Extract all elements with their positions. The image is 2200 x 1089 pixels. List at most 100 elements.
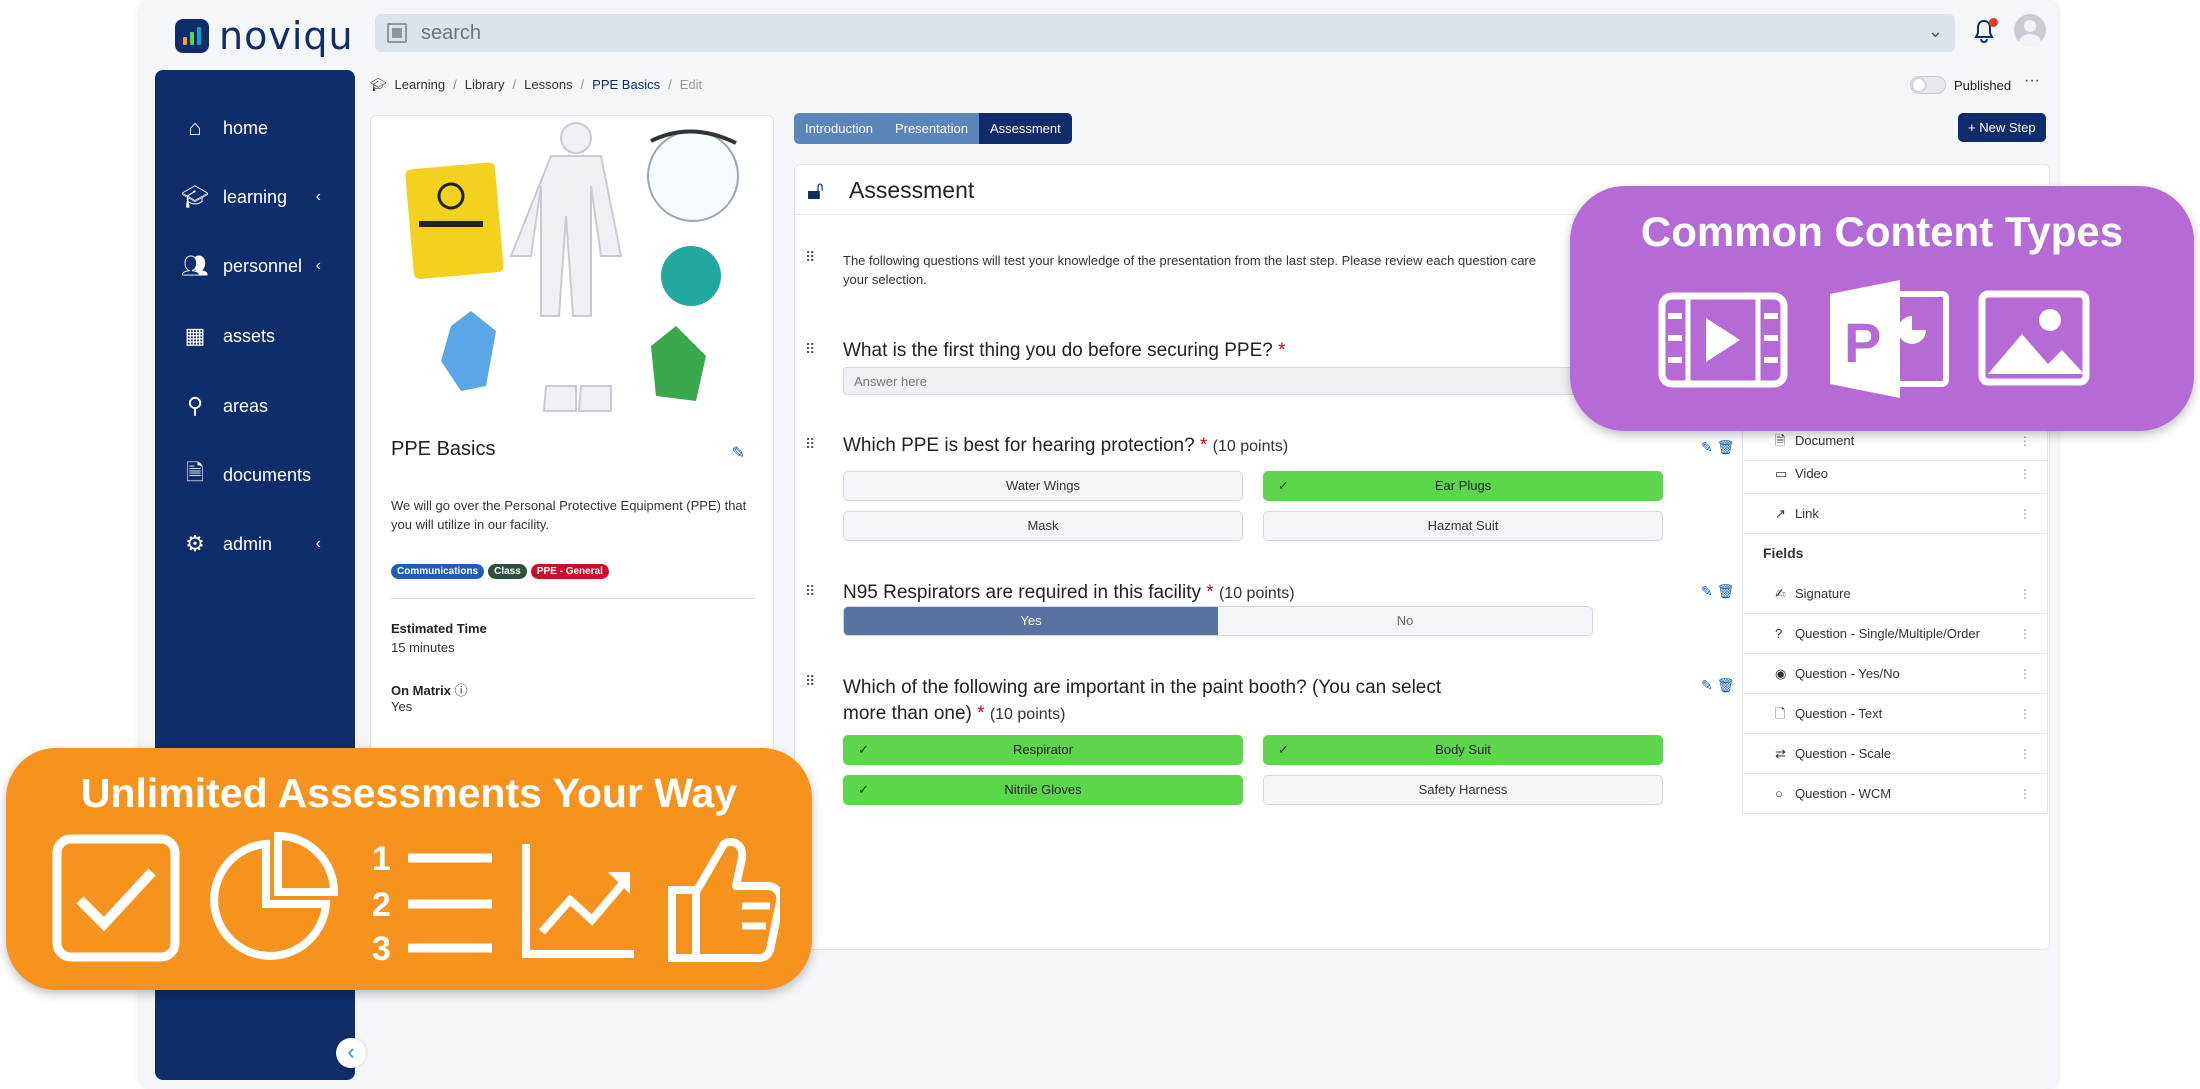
signature-icon: ✍︎ [1775,586,1786,601]
drag-handle-icon[interactable]: ⋮ [2019,614,2031,654]
sidebar-item-assets[interactable]: ▦ assets [155,316,355,356]
breadcrumb-item[interactable]: PPE Basics [592,77,660,93]
drag-handle-icon[interactable]: ⋮ [2019,694,2031,734]
powerpoint-icon: P [1830,280,1949,398]
info-icon[interactable]: ⓘ [455,683,468,698]
sidebar-item-learning[interactable]: 🎓︎ learning ‹ [155,177,355,217]
option-button-selected[interactable]: ✓ Nitrile Gloves [843,775,1243,805]
option-button[interactable]: Mask [843,511,1243,541]
avatar[interactable] [2014,14,2046,46]
panel-item-question-wcm[interactable]: ○ Question - WCM ⋮ [1743,774,2047,814]
option-button[interactable]: Water Wings [843,471,1243,501]
promo-content-types: Common Content Types P [1570,186,2194,431]
trash-icon[interactable]: 🗑︎ [1717,583,1739,599]
sidebar-item-label: personnel [223,255,303,276]
drag-handle-icon[interactable]: ⋮ [2019,454,2031,494]
drag-handle-icon[interactable]: ⋮ [2019,574,2031,614]
drag-handle-icon[interactable]: ⋮ [2019,774,2031,814]
answer-input[interactable]: Answer here [843,367,1643,395]
option-button[interactable]: Hazmat Suit [1263,511,1663,541]
trash-icon[interactable]: 🗑︎ [1717,677,1739,693]
option-label: Nitrile Gloves [1004,782,1082,797]
panel-item-question-scale[interactable]: ⇄ Question - Scale ⋮ [1743,734,2047,774]
breadcrumb-current: Edit [679,77,703,92]
sidebar-item-documents[interactable]: 🗎︎ documents [155,455,355,495]
logo[interactable]: noviqu [175,14,354,58]
question-points: (10 points) [989,706,1066,723]
panel-item-label: Link [1795,506,1819,521]
edit-icon[interactable]: ✎ [1701,439,1717,455]
sidebar-item-label: documents [223,464,312,485]
breadcrumb-item[interactable]: Library [465,77,505,93]
drag-handle-icon[interactable]: ⠿ [805,250,817,264]
check-icon: ✓ [1278,742,1289,757]
sidebar-item-label: admin [223,533,273,554]
edit-icon[interactable]: ✎ [732,443,745,463]
edit-icon[interactable]: ✎ [1701,677,1717,693]
panel-item-question-text[interactable]: 🗋︎ Question - Text ⋮ [1743,694,2047,734]
yes-option[interactable]: Yes [844,607,1218,635]
question-3-text: N95 Respirators are required in this fac… [843,582,1201,603]
drag-handle-icon[interactable]: ⋮ [2019,734,2031,774]
breadcrumb-item[interactable]: Learning [395,77,446,93]
drag-handle-icon[interactable]: ⠿ [805,342,817,356]
users-icon: 👥︎ [181,253,209,278]
content-type-panel: 🗎︎ Document ⋮ ▭ Video ⋮ ↗ Link ⋮ Fields … [1742,420,2048,814]
question-points: (10 points) [1212,438,1289,455]
panel-item-signature[interactable]: ✍︎ Signature ⋮ [1743,574,2047,614]
drag-handle-icon[interactable]: ⠿ [805,437,817,451]
tag-list: Communications Class PPE - General [391,564,609,579]
notification-bell-icon[interactable] [1972,18,2000,46]
question-4-text: Which of the following are important in … [843,677,1442,698]
svg-text:2: 2 [372,886,391,924]
sidebar-item-areas[interactable]: ⚲ areas [155,386,355,426]
edit-icon[interactable]: ✎ [1701,583,1717,599]
required-marker: * [1206,582,1214,603]
fields-heading: Fields [1763,545,1804,561]
search-placeholder: search [421,21,482,44]
breadcrumb: 🎓︎ Learning / Library / Lessons / PPE Basic… [370,77,703,93]
tag-badge: PPE - General [530,564,609,579]
panel-item-video[interactable]: ▭ Video ⋮ [1743,454,2047,494]
option-button-selected[interactable]: ✓ Body Suit [1263,735,1663,765]
question-1-text: What is the first thing you do before se… [843,340,1273,361]
drag-handle-icon[interactable]: ⋮ [2019,654,2031,694]
promo-title: Unlimited Assessments Your Way [80,770,738,816]
sidebar-item-admin[interactable]: ⚙ admin ‹ [155,524,355,564]
search-input[interactable]: search ⌄ [375,14,1955,52]
panel-item-link[interactable]: ↗ Link ⋮ [1743,494,2047,534]
collapse-sidebar-button[interactable]: ‹ [336,1038,366,1068]
option-button-selected[interactable]: ✓ Respirator [843,735,1243,765]
chevron-down-icon[interactable]: ⌄ [1928,21,1943,42]
no-option[interactable]: No [1218,607,1592,635]
image-icon [1978,290,2090,386]
tab-assessment[interactable]: Assessment [978,113,1072,144]
sidebar-item-home[interactable]: ⌂ home [155,108,355,148]
unlock-icon[interactable]: 🔓︎ [807,175,824,207]
tab-introduction[interactable]: Introduction [794,113,884,144]
sidebar-item-label: home [223,117,269,138]
chevron-left-icon: ‹ [315,188,321,205]
on-matrix-label-text: On Matrix [391,683,451,698]
sidebar-item-personnel[interactable]: 👥︎ personnel ‹ [155,246,355,286]
breadcrumb-item[interactable]: Lessons [524,77,572,93]
drag-handle-icon[interactable]: ⋮ [2019,494,2031,534]
new-step-button[interactable]: + New Step [1958,113,2046,142]
drag-handle-icon[interactable]: ⠿ [805,674,817,688]
panel-item-question-choice[interactable]: ? Question - Single/Multiple/Order ⋮ [1743,614,2047,654]
published-toggle[interactable] [1910,76,1946,94]
panel-item-question-yes-no[interactable]: ◉ Question - Yes/No ⋮ [1743,654,2047,694]
drag-handle-icon[interactable]: ⠿ [805,584,817,598]
qr-code-icon[interactable] [387,23,407,43]
option-label: Body Suit [1435,742,1491,757]
option-button[interactable]: Safety Harness [1263,775,1663,805]
required-marker: * [977,703,985,724]
option-button-selected[interactable]: ✓ Ear Plugs [1263,471,1663,501]
line-chart-icon [522,844,634,958]
option-label: Ear Plugs [1434,478,1492,493]
tab-presentation[interactable]: Presentation [883,113,979,144]
trash-icon[interactable]: 🗑︎ [1717,439,1739,455]
more-options-icon[interactable]: ··· [2024,72,2040,90]
option-label: Respirator [1013,742,1073,757]
question-text: N95 Respirators are required in this fac… [843,582,1295,604]
